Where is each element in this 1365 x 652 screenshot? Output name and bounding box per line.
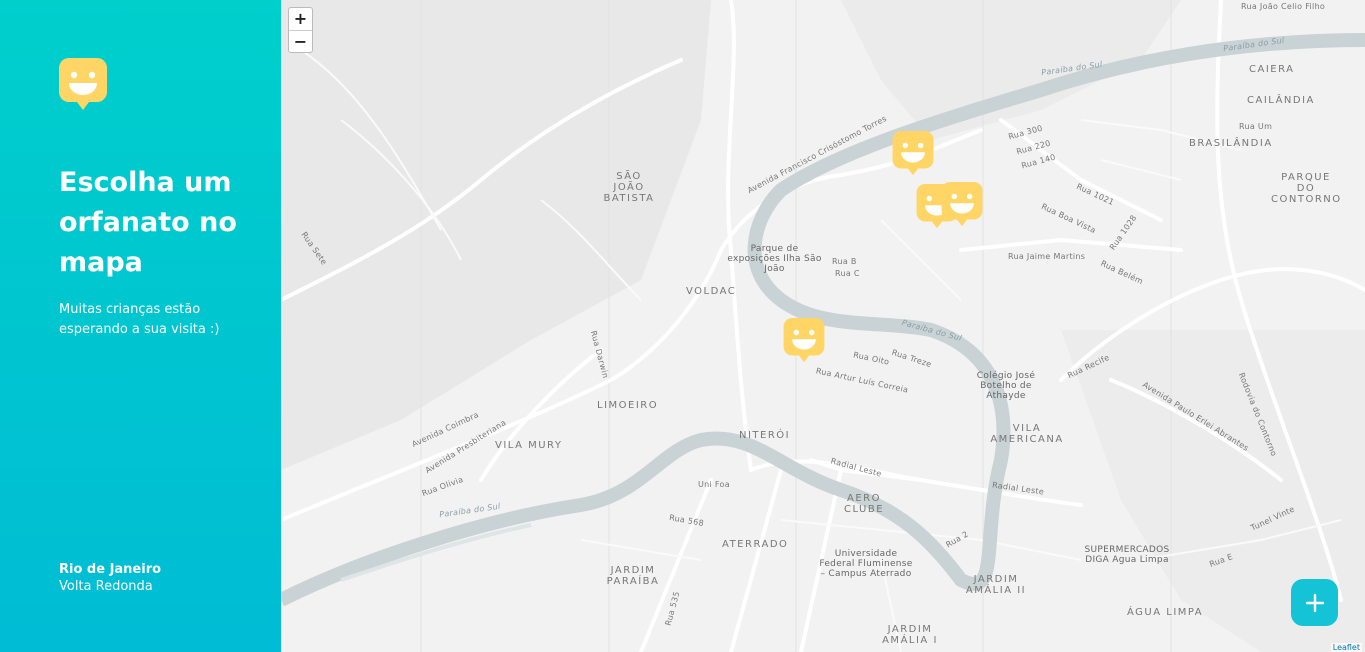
map-label: Uni Foa [698, 480, 730, 489]
orphanage-marker-icon[interactable] [940, 182, 984, 228]
map-label: Rua C [835, 269, 860, 278]
map-label: VILA MURY [495, 440, 563, 451]
map-attribution-link[interactable]: Leaflet [1330, 643, 1362, 652]
map-label: SÃO JOÃO BATISTA [603, 171, 655, 204]
orphanage-marker-icon[interactable] [782, 318, 826, 364]
map[interactable]: + − Rua João Celio Filho CAIERA CAILÂNDI… [281, 0, 1365, 652]
map-label: Rua Um [1239, 122, 1273, 131]
map-label: Parque de exposições Ilha São João [727, 244, 822, 274]
map-label: CAILÂNDIA [1247, 95, 1315, 106]
map-label: PARQUE DO CONTORNO [1271, 172, 1342, 205]
plus-icon [1305, 593, 1324, 612]
map-label: NITERÓI [739, 430, 791, 441]
sidebar: Escolha um orfanato no mapa Muitas crian… [0, 0, 281, 652]
map-label: SUPERMERCADOS DIGA Agua Limpa [1084, 545, 1170, 565]
map-label: JARDIM AMÁLIA II [965, 574, 1027, 596]
smiley-logo-icon [59, 58, 107, 110]
location-district: Volta Redonda [59, 579, 153, 594]
zoom-in-button[interactable]: + [289, 8, 312, 30]
map-label: Rua B [832, 257, 857, 266]
add-orphanage-button[interactable] [1291, 579, 1338, 626]
map-label: VOLDAC [686, 286, 737, 297]
map-label: ÁGUA LIMPA [1127, 607, 1204, 618]
map-label: Universidade Federal Fluminense – Campus… [819, 549, 913, 579]
map-label: AERO CLUBE [843, 493, 885, 515]
zoom-out-button[interactable]: − [289, 30, 312, 52]
map-label: VILA AMERICANA [990, 423, 1064, 445]
map-label: Rua Jaime Martins [1008, 252, 1086, 261]
map-label: ATERRADO [722, 539, 789, 550]
app: Escolha um orfanato no mapa Muitas crian… [0, 0, 1365, 652]
location: Rio de Janeiro Volta Redonda [59, 561, 161, 595]
map-label: CAIERA [1249, 64, 1295, 75]
map-label: BRASILÂNDIA [1189, 138, 1273, 149]
map-label: JARDIM PARAÍBA [606, 565, 660, 587]
map-label: LIMOEIRO [597, 400, 659, 411]
page-title: Escolha um orfanato no mapa [59, 167, 237, 278]
map-label: Rua João Celio Filho [1241, 2, 1326, 11]
location-city: Rio de Janeiro [59, 562, 162, 577]
map-label: JARDIM AMÁLIA I [882, 624, 938, 646]
map-label: Colégio José Botelho de Athayde [976, 371, 1036, 401]
orphanage-marker-icon[interactable] [891, 131, 935, 177]
page-subtitle: Muitas crianças estão esperando a sua vi… [59, 302, 220, 337]
zoom-control: + − [288, 7, 313, 53]
